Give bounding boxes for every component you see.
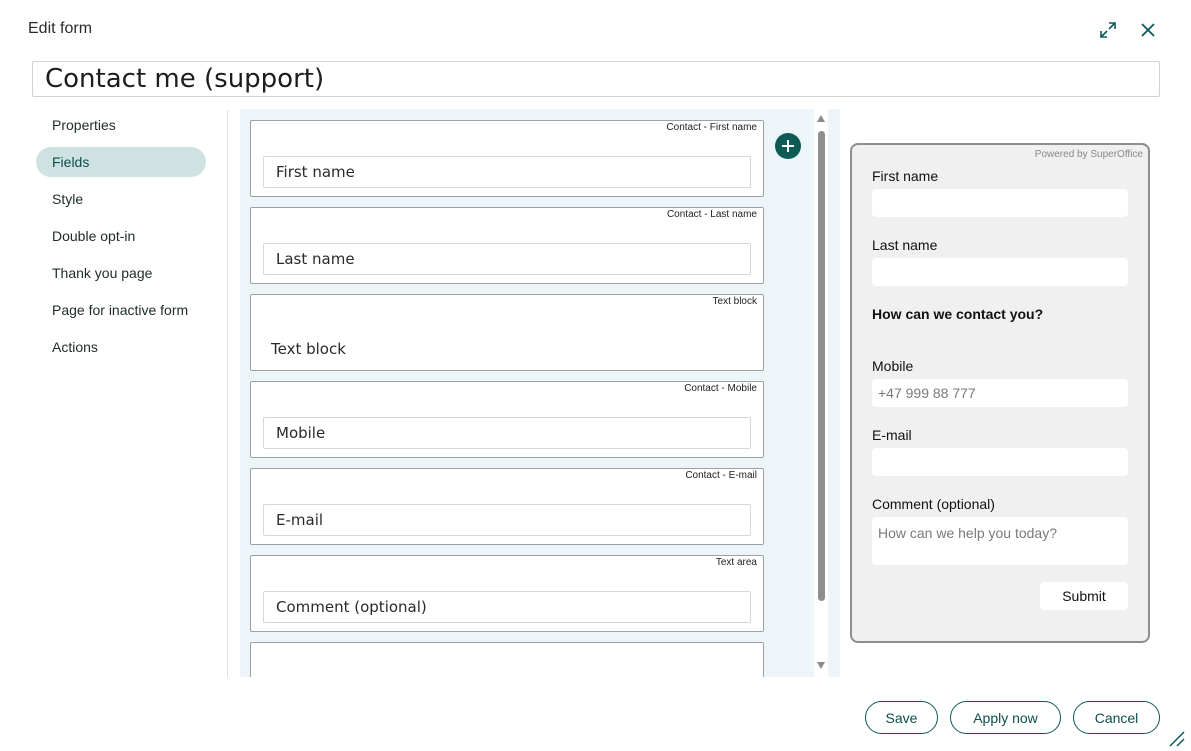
cancel-button[interactable]: Cancel	[1073, 701, 1160, 734]
form-name-input[interactable]: Contact me (support)	[32, 61, 1160, 97]
field-type-label: Contact - Last name	[666, 209, 757, 220]
nav-item-actions[interactable]: Actions	[36, 332, 206, 362]
field-type-label: Contact - Mobile	[684, 383, 757, 394]
preview-email-label: E-mail	[872, 427, 912, 443]
preview-last-name-label: Last name	[872, 237, 938, 253]
dialog-title: Edit form	[28, 20, 93, 37]
field-card-first-name[interactable]: Contact - First name First name	[250, 120, 764, 197]
field-card-comment[interactable]: Text area Comment (optional)	[250, 555, 764, 632]
field-card-mobile[interactable]: Contact - Mobile Mobile	[250, 381, 764, 458]
nav-item-double-opt-in[interactable]: Double opt-in	[36, 221, 206, 251]
side-nav: Properties Fields Style Double opt-in Th…	[36, 110, 206, 369]
field-card-last-name[interactable]: Contact - Last name Last name	[250, 207, 764, 284]
preview-comment-textarea[interactable]: How can we help you today?	[872, 517, 1128, 565]
preview-first-name-label: First name	[872, 168, 939, 184]
field-label-input[interactable]: Mobile	[263, 417, 751, 449]
field-label-input[interactable]: Comment (optional)	[263, 591, 751, 623]
field-label-input[interactable]: Last name	[263, 243, 751, 275]
preview-email-input[interactable]	[872, 448, 1128, 476]
add-field-button[interactable]	[775, 133, 801, 159]
close-icon[interactable]	[1136, 18, 1160, 42]
field-card-text-block[interactable]: Text block Text block	[250, 294, 764, 371]
nav-item-style[interactable]: Style	[36, 184, 206, 214]
expand-icon[interactable]	[1096, 18, 1120, 42]
field-card-email[interactable]: Contact - E-mail E-mail	[250, 468, 764, 545]
fields-panel: Contact - First name First name Contact …	[240, 109, 814, 677]
preview-last-name-input[interactable]	[872, 258, 1128, 286]
nav-item-inactive-page[interactable]: Page for inactive form	[36, 295, 206, 325]
scroll-down-icon[interactable]	[817, 662, 825, 669]
panel-gutter	[828, 109, 840, 677]
preview-mobile-label: Mobile	[872, 358, 914, 374]
plus-icon	[782, 140, 794, 152]
nav-item-fields[interactable]: Fields	[36, 147, 206, 177]
preview-first-name-input[interactable]	[872, 189, 1128, 217]
text-block-content: Text block	[271, 340, 346, 358]
scroll-up-icon[interactable]	[817, 115, 825, 122]
resize-grip-icon[interactable]	[1166, 728, 1186, 748]
preview-heading: How can we contact you?	[872, 306, 1044, 322]
field-label-input[interactable]: E-mail	[263, 504, 751, 536]
field-type-label: Contact - First name	[666, 122, 757, 133]
nav-item-thank-you-page[interactable]: Thank you page	[36, 258, 206, 288]
field-type-label: Text block	[712, 296, 757, 307]
field-type-label: Contact - E-mail	[685, 470, 757, 481]
form-preview: Powered by SuperOffice First name Last n…	[850, 143, 1150, 643]
preview-comment-label: Comment (optional)	[872, 496, 995, 512]
powered-by-label: Powered by SuperOffice	[1034, 149, 1143, 160]
apply-now-button[interactable]: Apply now	[950, 701, 1061, 734]
field-label-input[interactable]: First name	[263, 156, 751, 188]
nav-item-properties[interactable]: Properties	[36, 110, 206, 140]
scroll-thumb[interactable]	[818, 131, 825, 601]
preview-submit-button[interactable]: Submit	[1040, 582, 1128, 610]
nav-divider	[227, 110, 228, 677]
save-button[interactable]: Save	[865, 701, 938, 734]
field-type-label: Text area	[715, 557, 757, 568]
fields-scrollbar[interactable]	[814, 109, 828, 677]
field-card-partial[interactable]	[250, 642, 764, 677]
preview-mobile-input[interactable]: +47 999 88 777	[872, 379, 1128, 407]
